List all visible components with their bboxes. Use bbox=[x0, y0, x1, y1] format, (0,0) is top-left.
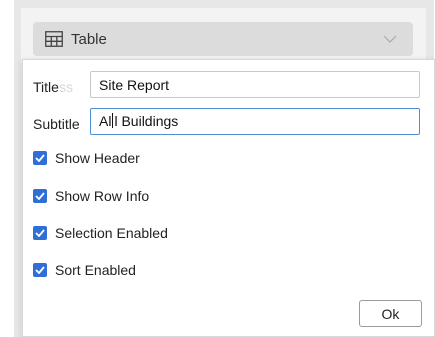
table-type-dropdown[interactable]: Table bbox=[33, 22, 413, 56]
subtitle-input[interactable]: Al l Buildings bbox=[90, 108, 420, 135]
check-icon bbox=[35, 154, 45, 162]
ok-button[interactable]: Ok bbox=[359, 300, 422, 327]
subtitle-label: Subtitle bbox=[33, 116, 80, 132]
option-sort-enabled[interactable]: Sort Enabled bbox=[33, 262, 136, 278]
show-header-label: Show Header bbox=[55, 150, 140, 166]
check-icon bbox=[35, 229, 45, 237]
option-show-row-info[interactable]: Show Row Info bbox=[33, 188, 149, 204]
dropdown-label: Table bbox=[71, 30, 107, 48]
table-icon bbox=[45, 31, 63, 47]
sort-enabled-label: Sort Enabled bbox=[55, 262, 136, 278]
check-icon bbox=[35, 192, 45, 200]
show-row-info-label: Show Row Info bbox=[55, 188, 150, 204]
option-show-header[interactable]: Show Header bbox=[33, 150, 140, 166]
option-selection-enabled[interactable]: Selection Enabled bbox=[33, 225, 168, 241]
sort-enabled-checkbox[interactable] bbox=[33, 263, 47, 277]
table-settings-dialog: Titless Subtitle All Buildings Show Head… bbox=[22, 59, 435, 337]
title-label: Titless bbox=[33, 79, 73, 95]
show-header-checkbox[interactable] bbox=[33, 151, 47, 165]
show-row-info-checkbox[interactable] bbox=[33, 189, 47, 203]
check-icon bbox=[35, 266, 45, 274]
title-input[interactable] bbox=[90, 71, 420, 98]
chevron-down-icon bbox=[383, 35, 397, 43]
selection-enabled-checkbox[interactable] bbox=[33, 226, 47, 240]
selection-enabled-label: Selection Enabled bbox=[55, 225, 168, 241]
